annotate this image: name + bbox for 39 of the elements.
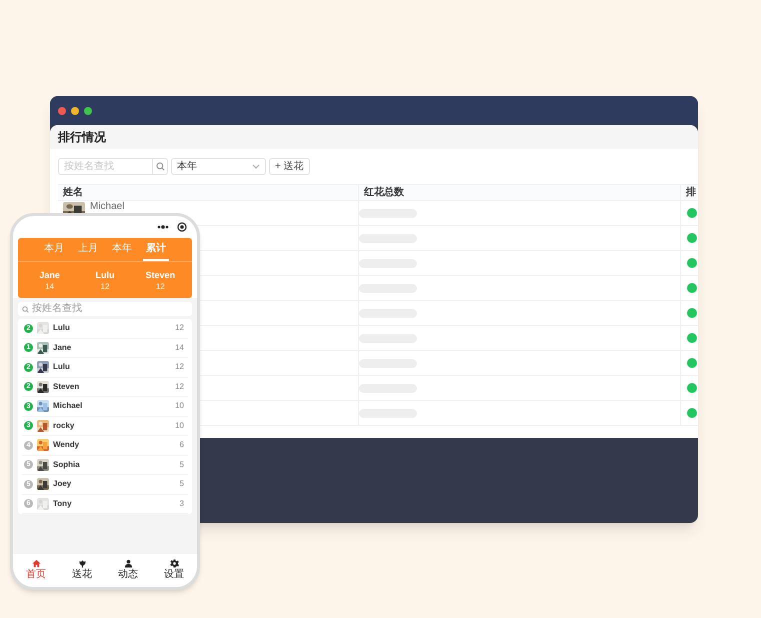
column-header: 排 [686, 186, 696, 200]
name-text: Wendy [53, 439, 80, 452]
nav-tab[interactable]: 设置 [164, 559, 184, 580]
name-text: Tony [53, 498, 73, 510]
nav-tab[interactable]: 首页 [26, 559, 46, 580]
nav-tab[interactable]: 送花 [72, 559, 92, 580]
count-text: 3 [180, 498, 185, 510]
count-text: 5 [180, 478, 185, 490]
name-text: Michael [90, 202, 124, 212]
count-text: 10 [175, 420, 185, 432]
count-text: 12 [175, 322, 185, 334]
name-text: Jane [53, 342, 72, 354]
name-text: Steven [53, 380, 80, 393]
name-text: Lulu [53, 322, 71, 334]
name-text: Michael [53, 400, 84, 412]
nav-tab[interactable]: 动态 [118, 559, 138, 580]
podium-count: 12 [156, 280, 165, 292]
podium-name: Lulu [95, 268, 114, 280]
count-text: 6 [180, 439, 185, 452]
podium-name: Steven [146, 268, 176, 280]
search-field[interactable]: 按姓名查找 [18, 302, 192, 316]
podium-count: 12 [100, 280, 110, 292]
name-text: Lulu [53, 361, 71, 374]
podium-count: 14 [45, 280, 54, 292]
count-text: 14 [175, 342, 185, 354]
count-text: 5 [180, 458, 185, 471]
name-text: Sophia [53, 458, 81, 471]
search-field[interactable]: 按姓名查找 [58, 158, 153, 175]
count-text: 12 [175, 380, 185, 393]
count-text: 12 [175, 361, 185, 374]
page-title: 排行情况 [58, 129, 106, 146]
count-text: 10 [175, 400, 185, 412]
send-flower-button[interactable]: + 送花 [269, 158, 310, 175]
column-header: 红花总数 [364, 186, 404, 200]
column-header: 姓名 [63, 186, 83, 200]
podium-name: Jane [39, 268, 60, 280]
name-text: rocky [53, 420, 76, 432]
period-dropdown[interactable]: 本年 [171, 158, 266, 175]
name-text: Joey [53, 478, 72, 490]
